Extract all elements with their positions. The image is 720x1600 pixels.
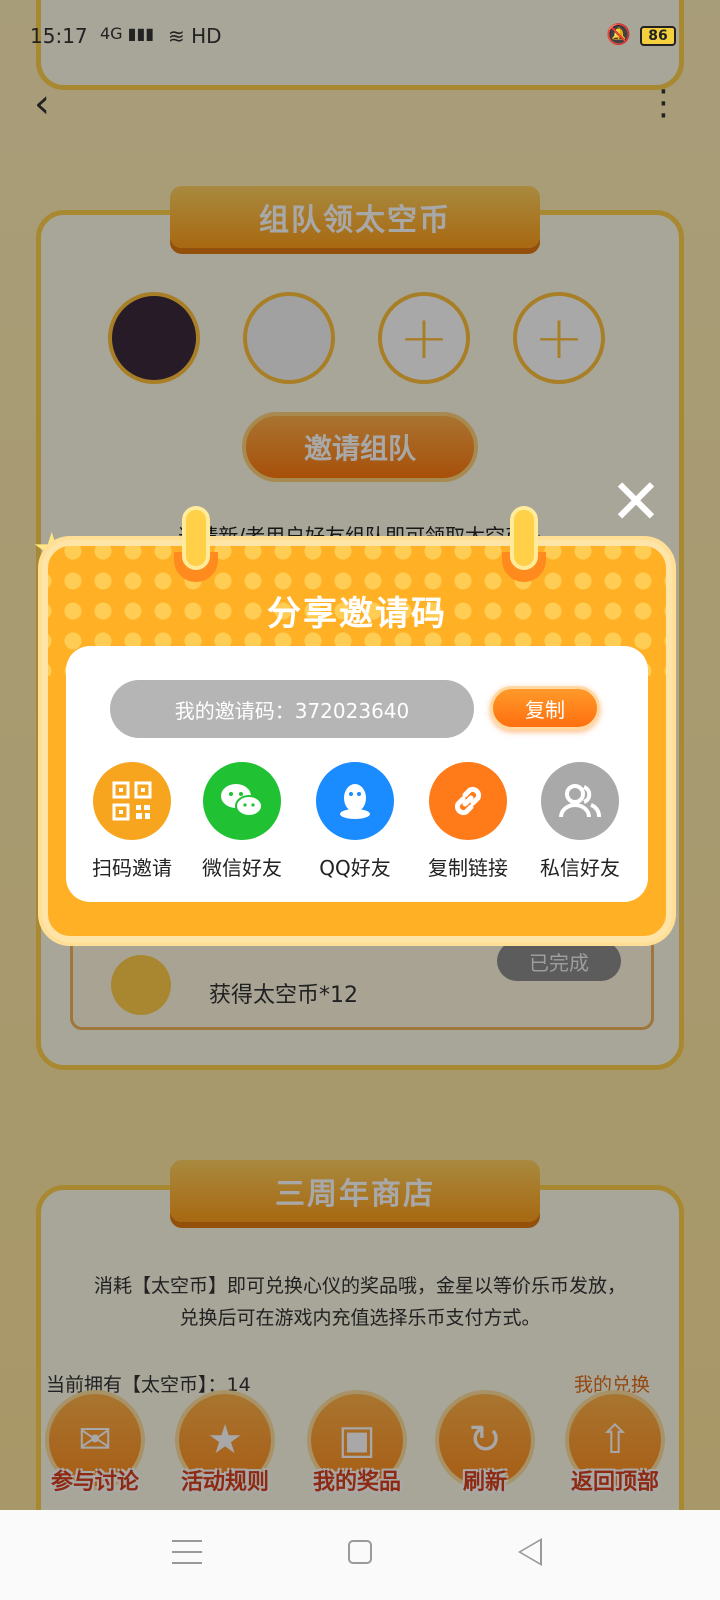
- more-options-icon[interactable]: · · ·: [658, 75, 669, 133]
- share-option-label: 微信好友: [202, 856, 282, 880]
- share-option-qr[interactable]: 扫码邀请: [76, 762, 188, 881]
- share-options: 扫码邀请 微信好友 QQ好友 复制链接 私信好友: [66, 762, 648, 882]
- back-triangle-icon[interactable]: [518, 1538, 542, 1566]
- share-option-label: 扫码邀请: [92, 856, 172, 880]
- status-bar: 15:17 4G ▮▮▮ ≋ HD 🔕 86: [0, 18, 720, 58]
- invite-code-display: 我的邀请码：372023640: [110, 680, 474, 738]
- battery-icon: 86: [640, 26, 676, 46]
- wifi-icon: ≋: [168, 24, 185, 48]
- modal-title: 分享邀请码: [267, 594, 447, 634]
- modal-content-card: 我的邀请码：372023640 复制 扫码邀请 微信好友 QQ好友 复制链接 私…: [66, 646, 648, 902]
- link-icon: [429, 762, 507, 840]
- qq-icon: [316, 762, 394, 840]
- wechat-icon: [203, 762, 281, 840]
- share-option-message-friend[interactable]: 私信好友: [524, 762, 636, 881]
- qr-code-icon: [93, 762, 171, 840]
- lantern-decoration: [182, 506, 210, 570]
- share-option-label: QQ好友: [319, 856, 391, 880]
- share-option-qq[interactable]: QQ好友: [299, 762, 411, 881]
- share-option-wechat[interactable]: 微信好友: [186, 762, 298, 881]
- status-time: 15:17: [30, 24, 88, 48]
- home-icon[interactable]: [348, 1540, 372, 1564]
- system-navigation-bar: [0, 1510, 720, 1600]
- share-option-label: 私信好友: [540, 856, 620, 880]
- back-arrow-icon[interactable]: ‹: [34, 84, 64, 124]
- signal-icon: 4G ▮▮▮: [100, 24, 155, 43]
- friends-icon: [541, 762, 619, 840]
- lantern-decoration: [510, 506, 538, 570]
- hd-text: HD: [191, 24, 222, 48]
- wifi-hd-indicator: ≋ HD: [168, 24, 222, 48]
- recent-apps-icon[interactable]: [172, 1540, 202, 1564]
- share-option-label: 复制链接: [428, 856, 508, 880]
- close-modal-icon[interactable]: ✕: [604, 470, 668, 534]
- copy-code-button[interactable]: 复制: [490, 686, 600, 730]
- share-option-copy-link[interactable]: 复制链接: [412, 762, 524, 881]
- share-invite-modal: 分享邀请码 我的邀请码：372023640 复制 扫码邀请 微信好友 QQ好友 …: [42, 540, 672, 942]
- mute-icon: 🔕: [606, 22, 631, 46]
- network-type: 4G: [100, 24, 123, 43]
